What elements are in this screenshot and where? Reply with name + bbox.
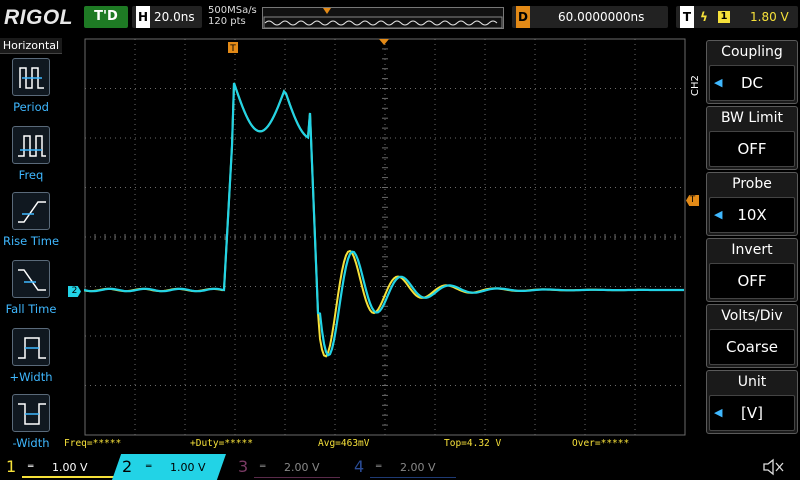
ch2-number[interactable]: 2 [122,454,132,480]
meas-top: Top=4.32 V [444,438,502,449]
channel-tab: CH2 [690,75,701,97]
ch2-menu-panel: CH2 Coupling ◀ DC BW Limit OFF Probe ◀ 1… [688,38,800,438]
positive-width-icon [12,328,50,366]
measure-rise-time[interactable]: Rise Time [0,192,62,258]
menu-volts-div-value: Coarse [709,329,795,365]
measurement-bar: Freq=***** +Duty=***** Avg=463mV Top=4.3… [62,437,686,451]
measure-fall-time[interactable]: Fall Time [0,260,62,326]
menu-coupling-title: Coupling [721,44,783,60]
period-icon [12,58,50,96]
trigger-readout[interactable]: T ϟ 1 1.80 V [676,6,798,28]
fall-time-icon [12,260,50,298]
ch4-status[interactable]: ═ 2.00 V [370,457,456,478]
measure-negative-width[interactable]: -Width [0,394,62,460]
delay-readout[interactable]: D 60.0000000ns [512,6,668,28]
trigger-level: 1.80 V [750,10,789,24]
freq-icon [12,126,50,164]
menu-bw-limit[interactable]: BW Limit OFF [706,106,798,170]
ch1-waveform [84,82,684,358]
ch4-coupling-icon: ═ [376,462,382,472]
ch4-number[interactable]: 4 [354,454,364,480]
left-arrow-icon: ◀ [714,406,723,419]
ch3-status[interactable]: ═ 2.00 V [254,457,340,478]
trigger-edge-icon: ϟ [700,10,708,24]
menu-unit-value: ◀ [V] [709,395,795,431]
menu-probe-title: Probe [732,176,772,192]
menu-volts-div[interactable]: Volts/Div Coarse [706,304,798,368]
horizontal-key: H [136,6,150,28]
menu-invert-title: Invert [731,242,773,258]
ch1-status[interactable]: ═ 1.00 V [22,457,116,478]
left-arrow-icon: ◀ [714,208,723,221]
acquisition-info: 500MSa/s 120 pts [208,5,257,27]
negative-width-icon [12,394,50,432]
menu-unit-title: Unit [737,374,767,390]
trigger-position-label: T [229,44,236,54]
menu-probe-value: ◀ 10X [709,197,795,233]
ch2-ground-marker[interactable]: 2 [68,286,81,297]
ch3-scale: 2.00 V [284,461,320,474]
memory-overview-waveform [263,8,503,29]
left-panel-title: Horizontal [0,38,62,54]
measure-fall-time-label: Fall Time [5,302,57,316]
measure-rise-time-label: Rise Time [2,234,60,248]
sample-rate: 500MSa/s [208,5,257,16]
trigger-key: T [680,6,694,28]
ch2-coupling-icon: ═ [146,462,152,472]
measure-period[interactable]: Period [0,58,62,124]
meas-duty: +Duty=***** [190,438,253,449]
ch4-scale: 2.00 V [400,461,436,474]
meas-over: Over=***** [572,438,630,449]
memory-overview [262,7,504,29]
trigger-source: 1 [718,11,730,23]
menu-bw-limit-title: BW Limit [720,110,784,126]
sound-muted-icon[interactable] [762,458,786,476]
horizontal-measure-panel: Horizontal Period Freq Rise Time Fall Ti… [0,38,62,452]
run-state-badge[interactable]: T'D [84,6,128,28]
menu-bw-limit-value: OFF [709,131,795,167]
meas-avg: Avg=463mV [318,438,370,449]
ch3-number[interactable]: 3 [238,454,248,480]
ch1-coupling-icon: ═ [28,462,34,472]
meas-freq: Freq=***** [64,438,122,449]
measure-freq[interactable]: Freq [0,126,62,192]
measure-positive-width[interactable]: +Width [0,328,62,394]
delay-value: 60.0000000ns [558,10,645,24]
menu-invert[interactable]: Invert OFF [706,238,798,302]
menu-volts-div-title: Volts/Div [721,308,783,324]
memory-depth: 120 pts [208,16,246,27]
menu-unit[interactable]: Unit ◀ [V] [706,370,798,434]
rise-time-icon [12,192,50,230]
ch1-number[interactable]: 1 [6,454,16,480]
ch2-waveform [84,82,684,357]
ch3-coupling-icon: ═ [260,462,266,472]
measure-positive-width-label: +Width [9,370,53,384]
measure-negative-width-label: -Width [12,436,50,450]
top-status-bar: RIGOL T'D H 20.0ns 500MSa/s 120 pts D 60… [0,0,800,34]
waveform-grid: T [84,38,686,436]
menu-coupling[interactable]: Coupling ◀ DC [706,40,798,104]
ch1-scale: 1.00 V [52,461,88,474]
delay-marker [379,39,389,45]
ch2-scale: 1.00 V [170,461,206,474]
menu-invert-value: OFF [709,263,795,299]
ch2-ground-label: 2 [71,286,78,296]
ch2-status[interactable]: ═ 1.00 V [140,457,220,478]
measure-freq-label: Freq [18,168,44,182]
waveform-display[interactable]: T [84,38,686,436]
timebase-value: 20.0ns [154,10,195,24]
memory-trigger-marker [323,8,331,14]
left-arrow-icon: ◀ [714,76,723,89]
menu-coupling-value: ◀ DC [709,65,795,101]
rigol-logo: RIGOL [4,6,73,29]
trigger-position-marker: T [228,42,238,54]
channel-status-bar: 1 ═ 1.00 V 2 ═ 1.00 V 3 ═ 2.00 V 4 ═ 2.0… [0,454,800,480]
horizontal-timebase[interactable]: H 20.0ns [132,6,202,28]
measure-period-label: Period [13,100,49,114]
delay-key: D [516,6,530,28]
menu-probe[interactable]: Probe ◀ 10X [706,172,798,236]
